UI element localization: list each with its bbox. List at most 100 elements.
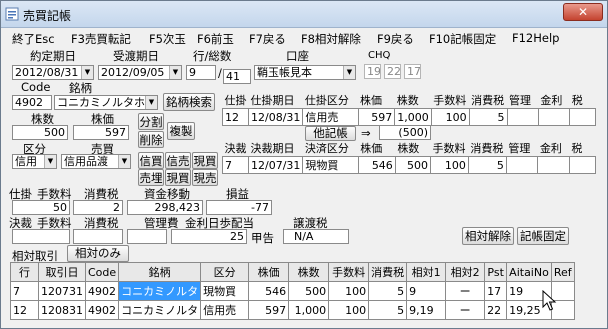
code-field[interactable]: 4902 <box>12 95 52 110</box>
chevron-down-icon: ▼ <box>145 96 157 109</box>
shares-field[interactable]: 500 <box>12 125 68 140</box>
credit-buy-button[interactable]: 信買 <box>138 152 164 169</box>
split-button[interactable]: 分割 <box>138 113 164 130</box>
cell[interactable]: 4902 <box>84 281 120 301</box>
summary-tax-field[interactable]: 2 <box>73 200 123 215</box>
cell[interactable]: ー <box>445 300 486 320</box>
cell[interactable]: 100 <box>430 108 470 126</box>
menu-exit[interactable]: 終了Esc <box>12 31 55 47</box>
cell[interactable]: 546 <box>248 281 290 301</box>
menu-release-relative[interactable]: F8相対解除 <box>301 31 361 47</box>
cell[interactable]: 17 <box>484 281 508 301</box>
menu-back[interactable]: F7戻る <box>249 31 286 47</box>
category-select[interactable]: 信用 ▼ <box>12 154 57 169</box>
cell[interactable] <box>537 108 571 126</box>
cell[interactable]: 信用売 <box>302 108 359 126</box>
cell[interactable]: 5 <box>368 281 408 301</box>
chq-field-3[interactable]: 17 <box>404 64 421 79</box>
cell[interactable]: 9,19 <box>406 300 447 320</box>
cell[interactable]: 120831 <box>38 300 86 320</box>
transfer-tax-field[interactable]: N/A <box>283 229 349 244</box>
cell[interactable]: 5 <box>468 108 508 126</box>
open-position-row[interactable]: 12 12/08/31 信用売 597 1,000 100 5 <box>222 108 596 126</box>
spot-buy-button[interactable]: 現買 <box>192 152 218 169</box>
delivery-date-picker[interactable]: 2012/09/05 ▼ <box>98 65 182 80</box>
spot-sell-button[interactable]: 現売 <box>192 169 218 186</box>
summary-fee-field[interactable]: 50 <box>12 200 70 215</box>
delete-button[interactable]: 削除 <box>138 131 164 148</box>
total-count-field[interactable]: 41 <box>223 69 251 84</box>
hdr-shares: 株数 <box>397 142 420 155</box>
cell[interactable] <box>537 156 570 174</box>
cell[interactable] <box>505 156 539 174</box>
cell[interactable]: 現物買 <box>200 281 250 301</box>
close-icon: ✕ <box>577 5 589 19</box>
menu-back-f9[interactable]: F9戻る <box>377 31 414 47</box>
cell[interactable]: 22 <box>484 300 508 320</box>
cell[interactable] <box>568 156 597 174</box>
relative-release-button[interactable]: 相対解除 <box>462 227 514 245</box>
trade-select[interactable]: 信用品渡 ▼ <box>61 154 131 169</box>
cell[interactable]: 5 <box>368 300 408 320</box>
cell[interactable]: コニカミノルタ <box>118 300 202 320</box>
summary-tax2-field[interactable] <box>73 229 123 244</box>
cell[interactable]: 信用売 <box>200 300 250 320</box>
cell[interactable]: 500 <box>288 281 330 301</box>
cell[interactable]: 500 <box>394 156 432 174</box>
fix-entry-button[interactable]: 記帳固定 <box>517 227 569 245</box>
cell[interactable]: コニカミノルタ <box>118 281 202 301</box>
summary-interest-field[interactable]: 25 <box>171 229 247 244</box>
cell[interactable]: 12 <box>10 300 39 320</box>
cell[interactable]: 597 <box>248 300 290 320</box>
menu-transfer[interactable]: F3売買転記 <box>71 31 131 47</box>
cell[interactable] <box>569 108 596 126</box>
credit-sell-button[interactable]: 信売 <box>165 152 191 169</box>
summary-pl-field[interactable]: -77 <box>206 200 272 215</box>
cell[interactable]: 546 <box>357 156 396 174</box>
other-entry-button[interactable]: 他記帳 <box>305 126 356 141</box>
brand-select[interactable]: コニカミノルタホー ▼ <box>54 95 158 110</box>
sell-close-button[interactable]: 売埋 <box>138 169 164 186</box>
menu-fix-entry[interactable]: F10記帳固定 <box>429 31 496 47</box>
cell[interactable] <box>506 108 539 126</box>
other-entry-value: (500) <box>379 125 431 140</box>
account-select[interactable]: 鞘玉帳見本 ▼ <box>254 65 356 80</box>
cell[interactable]: 12 <box>222 108 249 126</box>
contract-date-picker[interactable]: 2012/08/31 ▼ <box>12 65 94 80</box>
table-row[interactable]: 7 120731 4902 コニカミノルタ 現物買 546 500 100 5 … <box>10 281 575 301</box>
cell[interactable]: 12/07/31 <box>247 156 304 174</box>
settlement-row[interactable]: 7 12/07/31 現物買 546 500 100 5 <box>222 156 597 174</box>
spot-buy-button-2[interactable]: 現買 <box>165 169 191 186</box>
cell[interactable]: 現物買 <box>302 156 359 174</box>
cell[interactable]: ー <box>445 281 486 301</box>
brand-search-button[interactable]: 銘柄検索 <box>163 93 215 111</box>
hdr-fee: 手数料 <box>432 142 466 155</box>
menu-next[interactable]: F5次玉 <box>149 31 186 47</box>
menu-help[interactable]: F12Help <box>512 31 559 45</box>
chq-field-1[interactable]: 19 <box>364 64 381 79</box>
cell[interactable]: 7 <box>10 281 39 301</box>
cell[interactable]: 100 <box>430 156 469 174</box>
summary-fee2-field[interactable] <box>12 229 70 244</box>
cell[interactable]: 1,000 <box>288 300 330 320</box>
cell[interactable]: 4902 <box>84 300 120 320</box>
price-field[interactable]: 597 <box>73 125 129 140</box>
summary-cash-move-field[interactable]: 298,423 <box>127 200 203 215</box>
cell[interactable]: 100 <box>328 300 370 320</box>
cell[interactable]: 9 <box>406 281 447 301</box>
cell[interactable]: 12/08/31 <box>247 108 304 126</box>
tab-relative-only[interactable]: 相対のみ <box>67 245 129 262</box>
chq-field-2[interactable]: 22 <box>384 64 401 79</box>
close-button[interactable]: ✕ <box>563 3 603 21</box>
cell[interactable]: 7 <box>222 156 249 174</box>
summary-mgmt-field[interactable] <box>127 229 167 244</box>
table-row[interactable]: 12 120831 4902 コニカミノルタ 信用売 597 1,000 100… <box>10 300 575 320</box>
cell[interactable]: 100 <box>328 281 370 301</box>
copy-button[interactable]: 複製 <box>167 122 195 140</box>
cell[interactable]: 597 <box>357 108 396 126</box>
cell[interactable]: 5 <box>467 156 507 174</box>
cell[interactable]: 120731 <box>38 281 86 301</box>
row-number-field[interactable]: 9 <box>186 65 216 80</box>
cell[interactable]: 1,000 <box>394 108 432 126</box>
menu-prev[interactable]: F6前玉 <box>197 31 234 47</box>
